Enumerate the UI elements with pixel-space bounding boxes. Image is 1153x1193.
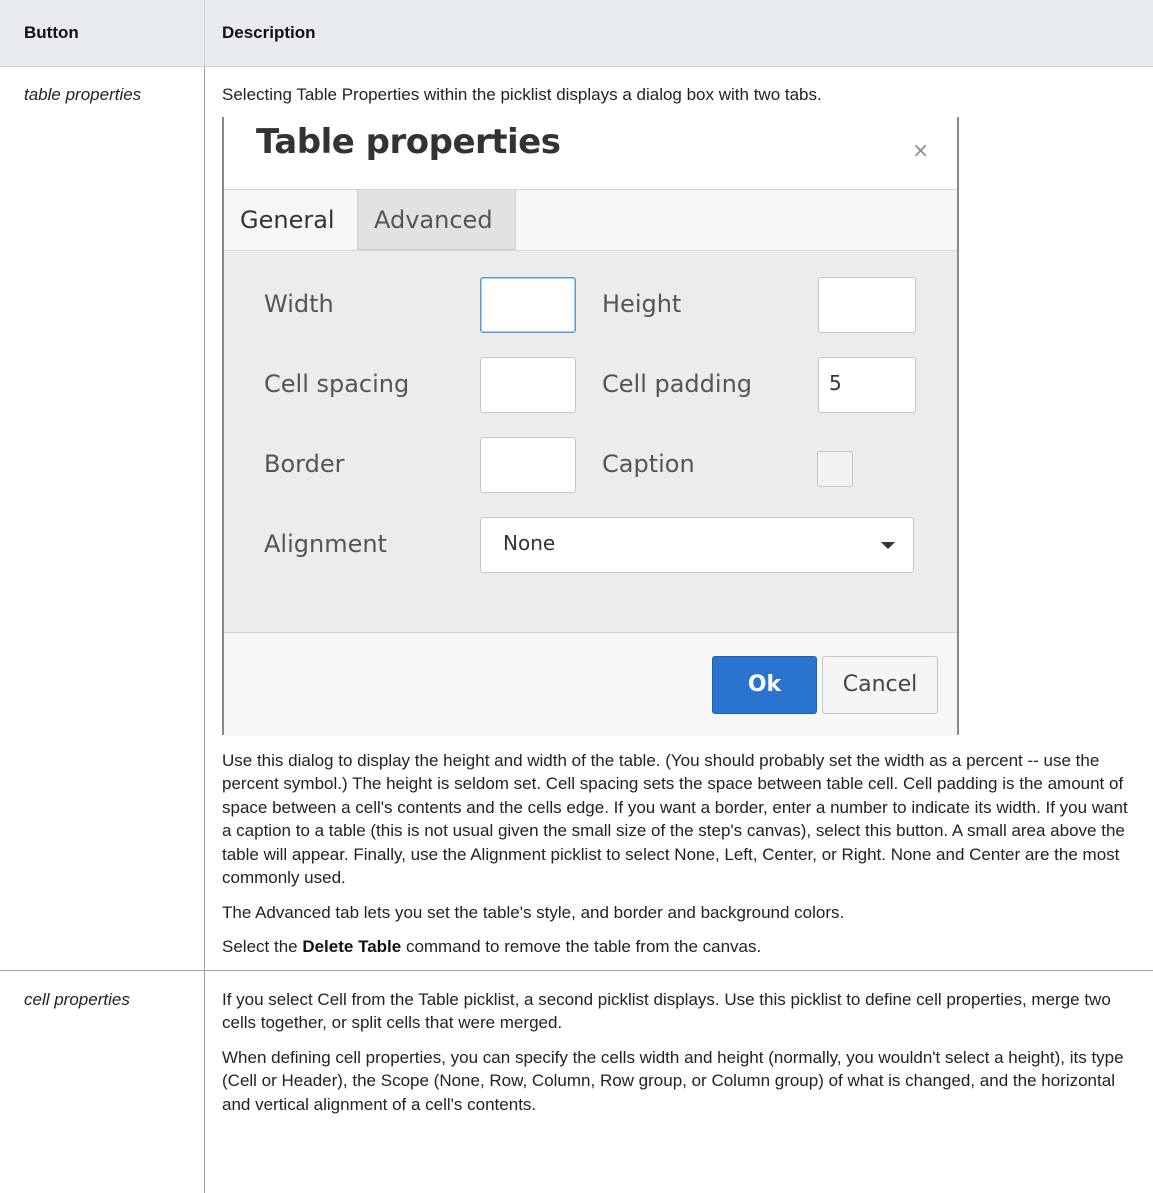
advanced-tab-paragraph: The Advanced tab lets you set the table'… — [222, 902, 845, 922]
usage-paragraph: Use this dialog to display the height an… — [222, 750, 1128, 888]
table-row: table properties Selecting Table Propert… — [0, 66, 1153, 971]
delete-text-before: Select the — [222, 937, 303, 956]
alignment-label: Alignment — [264, 529, 387, 558]
row-description: If you select Cell from the Table pickli… — [204, 970, 1153, 1193]
chevron-down-icon — [881, 541, 895, 549]
dialog-header: Table properties × — [224, 116, 957, 190]
border-label: Border — [264, 449, 345, 478]
width-label: Width — [264, 289, 334, 318]
column-header-description: Description — [204, 0, 1153, 67]
cell-spacing-field[interactable] — [480, 356, 576, 413]
cell-padding-field[interactable]: 5 — [818, 356, 916, 413]
delete-table-paragraph: Select the Delete Table command to remov… — [222, 935, 1133, 959]
close-icon[interactable]: × — [912, 138, 929, 163]
cell-properties-paragraph: When defining cell properties, you can s… — [222, 1047, 1124, 1114]
column-header-button: Button — [0, 0, 205, 67]
dialog-tabs: General Advanced — [224, 189, 957, 251]
cancel-button[interactable]: Cancel — [822, 655, 938, 714]
height-label: Height — [602, 289, 682, 318]
row-description: Selecting Table Properties within the pi… — [204, 66, 1153, 971]
alignment-select[interactable]: None — [480, 516, 914, 573]
cell-spacing-label: Cell spacing — [264, 369, 410, 398]
alignment-selected-value: None — [503, 530, 556, 555]
height-field[interactable] — [818, 276, 916, 333]
delete-table-command: Delete Table — [302, 937, 402, 956]
reference-table: Button Description table properties Sele… — [0, 0, 1153, 1193]
dialog-footer: Ok Cancel — [224, 631, 957, 736]
caption-checkbox[interactable] — [817, 450, 853, 487]
ok-button[interactable]: Ok — [712, 655, 817, 714]
dialog-title: Table properties — [256, 121, 561, 162]
width-field[interactable] — [480, 276, 576, 333]
cell-padding-label: Cell padding — [602, 369, 753, 398]
delete-text-after: command to remove the table from the can… — [401, 937, 762, 956]
cell-picklist-paragraph: If you select Cell from the Table pickli… — [222, 989, 1111, 1033]
table-properties-dialog-image: Table properties × General Advanced Widt… — [222, 116, 959, 736]
dialog-body: Width Height Cell spacing Cell padding 5… — [224, 250, 957, 632]
tab-general[interactable]: General — [224, 189, 358, 250]
intro-text: Selecting Table Properties within the pi… — [222, 85, 822, 104]
row-button-name: cell properties — [24, 989, 130, 1009]
border-field[interactable] — [480, 436, 576, 493]
caption-label: Caption — [602, 449, 695, 478]
tab-advanced[interactable]: Advanced — [358, 189, 516, 250]
table-row: cell properties If you select Cell from … — [0, 970, 1153, 1193]
row-button-name: table properties — [0, 66, 205, 971]
table-header-row: Button Description — [0, 0, 1153, 67]
